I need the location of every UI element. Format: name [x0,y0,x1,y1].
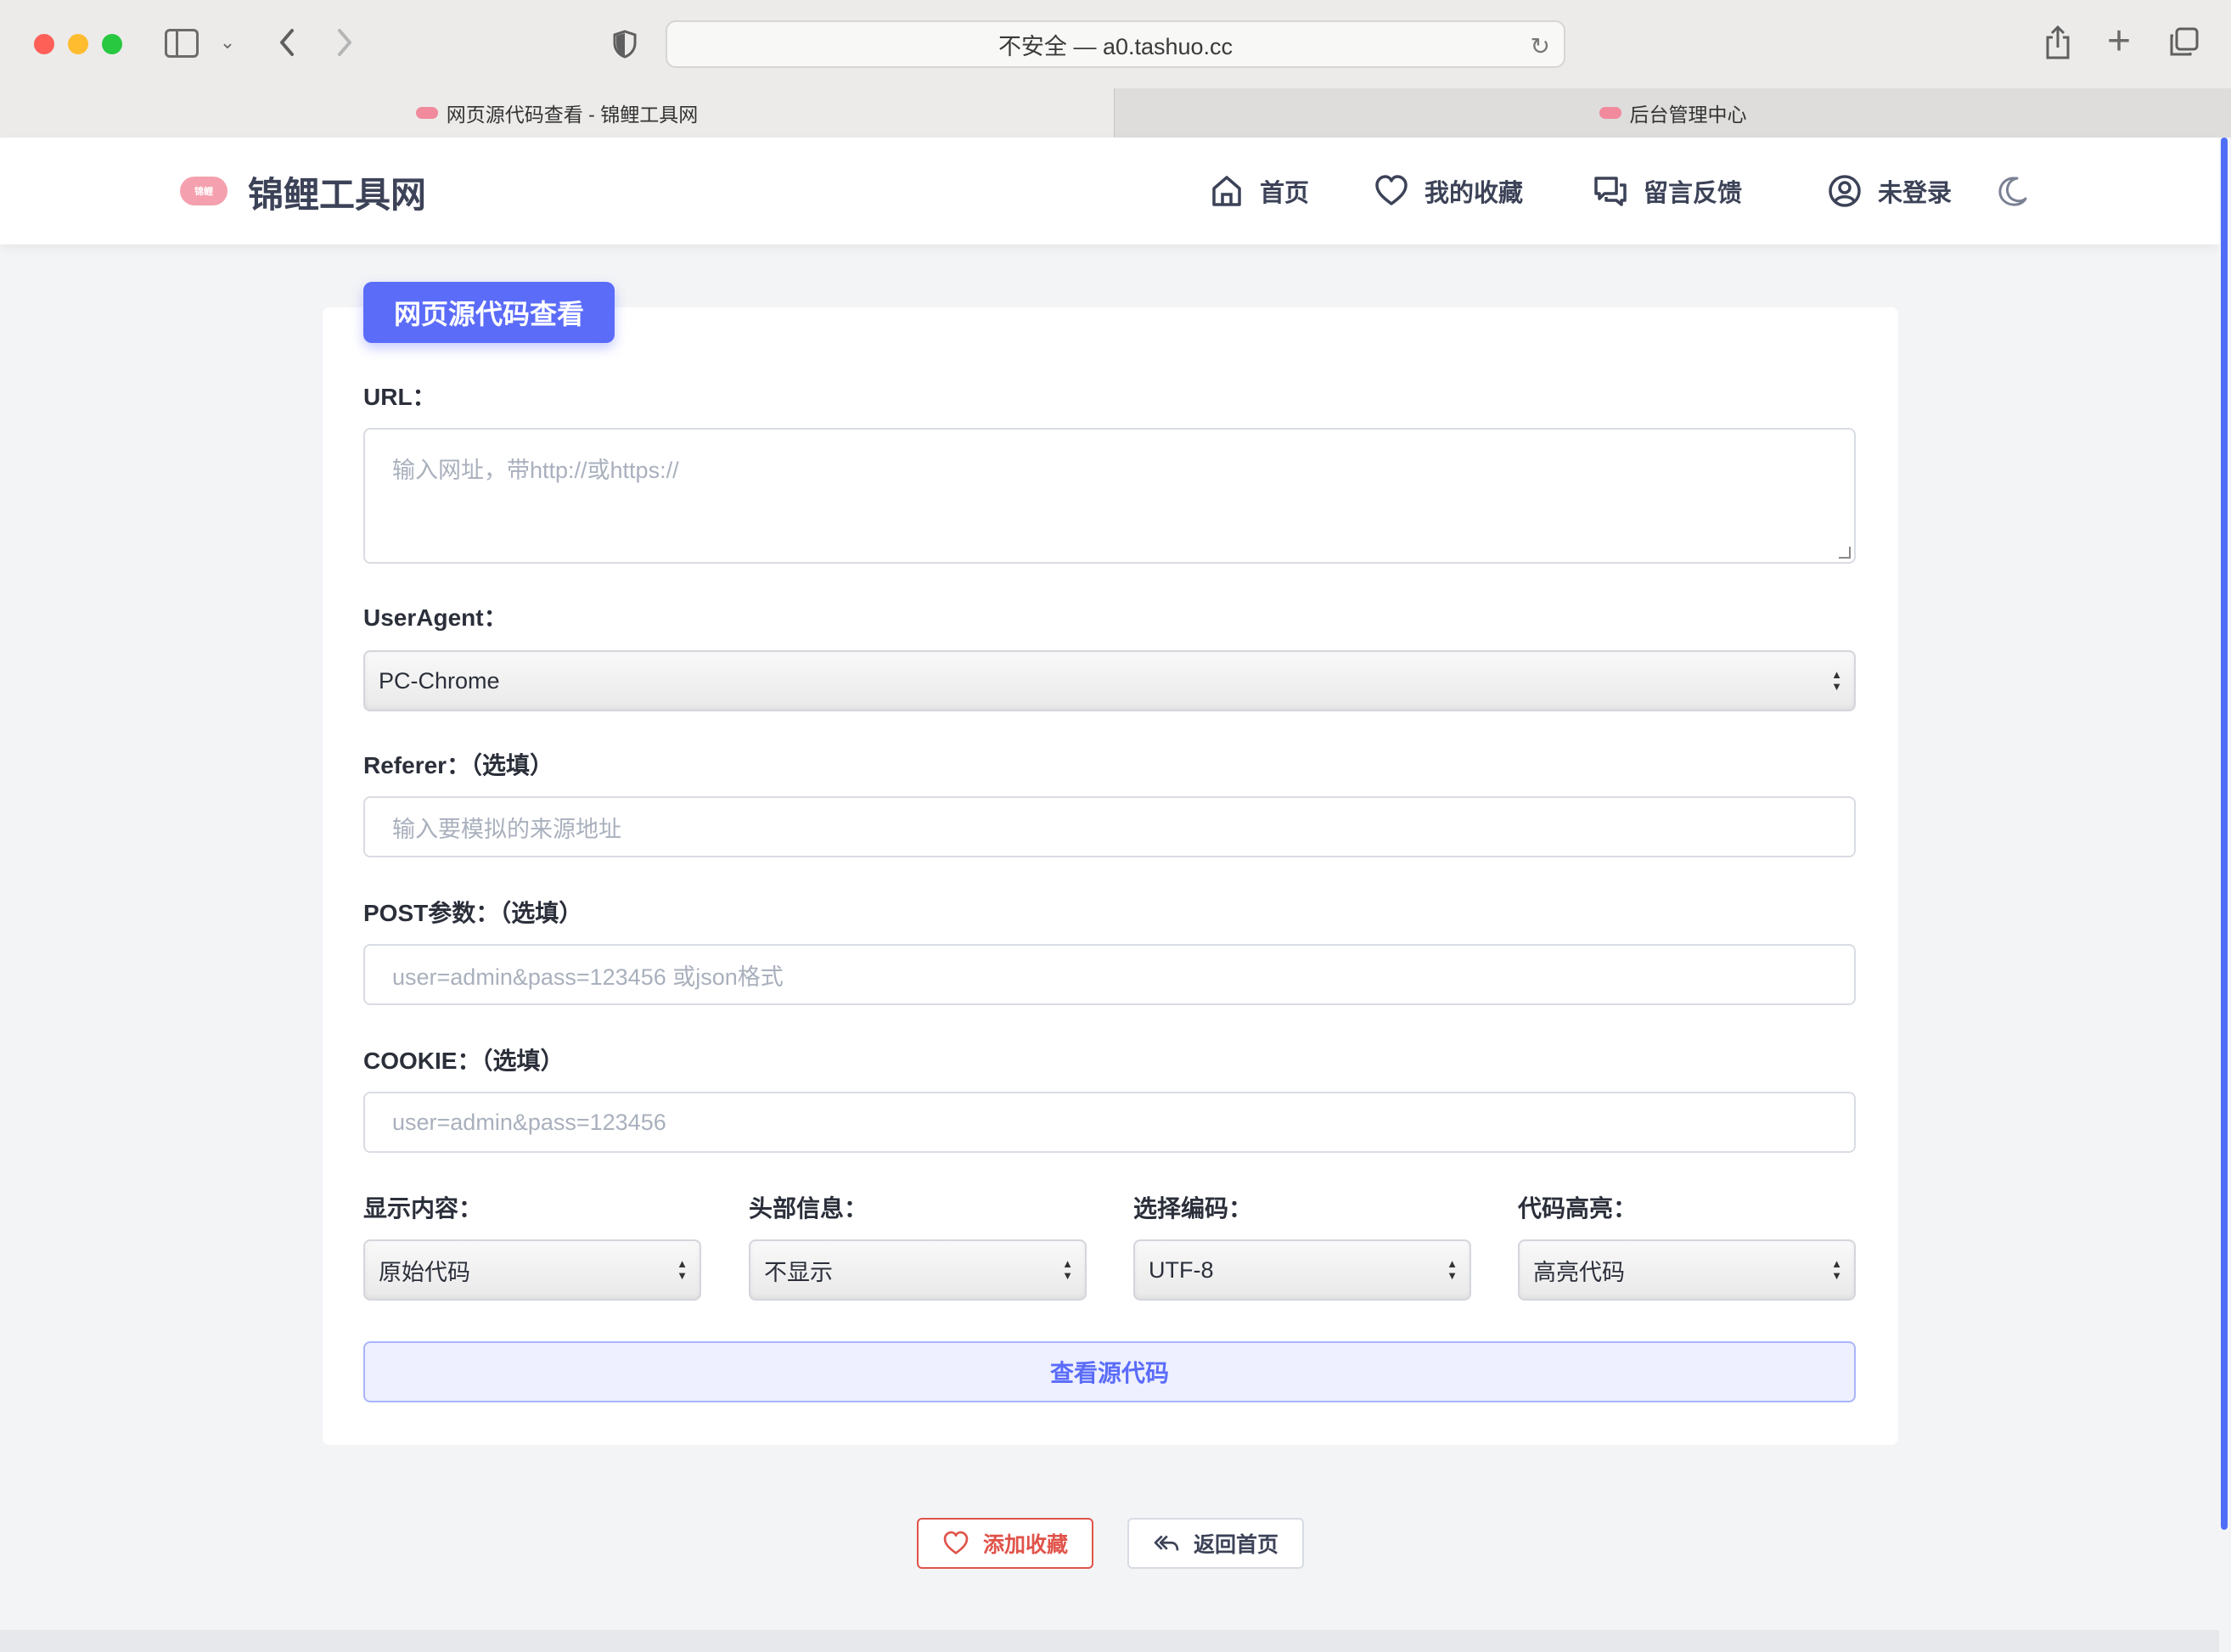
referer-input[interactable]: 输入要模拟的来源地址 [363,796,1856,857]
site-navbar: 锦鲤 锦鲤工具网 首页 我的收藏 留言反馈 未登录 [0,138,2219,244]
tab-label: 网页源代码查看 - 锦鲤工具网 [446,104,699,126]
privacy-shield-icon[interactable] [610,29,640,59]
site-name[interactable]: 锦鲤工具网 [248,166,426,218]
footer [0,1630,2219,1652]
nav-login-label: 未登录 [1878,180,1953,207]
new-tab-icon[interactable]: + [2102,19,2136,64]
home-icon [1212,176,1241,206]
select-arrows-icon: ▲ ▼ [1447,1257,1458,1282]
display-select[interactable]: 原始代码 ▲ ▼ [363,1239,701,1301]
reload-icon[interactable]: ↻ [1531,32,1550,60]
useragent-label: UserAgent： [363,604,508,631]
page-viewport: 锦鲤 锦鲤工具网 首页 我的收藏 留言反馈 未登录 网页源代码查看 URL： 输… [0,138,2219,1652]
sidebar-toggle-icon[interactable] [165,29,199,58]
tab-overview-icon[interactable] [2166,25,2200,59]
browser-tab-active[interactable]: 网页源代码查看 - 锦鲤工具网 [0,88,1114,138]
nav-home[interactable]: 首页 [1209,171,1309,211]
user-icon [1829,175,1861,207]
cookie-label: COOKIE：（选填） [363,1048,565,1074]
nav-feedback[interactable]: 留言反馈 [1593,171,1742,211]
referer-label: Referer：（选填） [363,752,554,778]
post-input[interactable]: user=admin&pass=123456 或json格式 [363,944,1856,1005]
useragent-select[interactable]: PC-Chrome ▲ ▼ [363,650,1856,711]
browser-tab[interactable]: 后台管理中心 [1114,88,2231,138]
tab-label: 后台管理中心 [1629,104,1747,126]
highlight-select[interactable]: 高亮代码 ▲ ▼ [1518,1239,1856,1301]
useragent-value: PC-Chrome [379,667,500,694]
url-placeholder: 输入网址，带http://或https:// [392,458,679,483]
post-placeholder: user=admin&pass=123456 或json格式 [392,964,784,990]
highlight-label: 代码高亮： [1518,1195,1638,1222]
encoding-value: UTF-8 [1149,1256,1214,1283]
nav-feedback-label: 留言反馈 [1644,180,1743,207]
site-favicon-icon [1599,107,1621,119]
chat-icon [1594,177,1627,206]
add-favorite-button[interactable]: 添加收藏 [917,1518,1093,1569]
cookie-input[interactable]: user=admin&pass=123456 [363,1092,1856,1153]
encoding-label: 选择编码： [1133,1195,1253,1222]
page-title: 网页源代码查看 [363,282,615,343]
select-arrows-icon: ▲ ▼ [1831,668,1842,693]
back-home-label: 返回首页 [1193,1533,1278,1557]
referer-placeholder: 输入要模拟的来源地址 [392,816,621,842]
address-text: 不安全 — a0.tashuo.cc [997,33,1234,59]
nav-favorites[interactable]: 我的收藏 [1374,171,1523,211]
site-favicon-icon [415,107,438,119]
nav-login[interactable]: 未登录 [1827,171,1952,211]
reply-all-icon [1154,1535,1179,1551]
back-home-button[interactable]: 返回首页 [1127,1518,1304,1569]
display-value: 原始代码 [379,1259,470,1285]
browser-tabbar: 网页源代码查看 - 锦鲤工具网 后台管理中心 [0,88,2231,138]
display-label: 显示内容： [363,1195,483,1222]
url-textarea[interactable]: 输入网址，带http://或https:// [363,428,1856,564]
moon-icon[interactable] [1995,173,2031,209]
add-favorite-label: 添加收藏 [982,1533,1068,1557]
view-source-button[interactable]: 查看源代码 [363,1341,1856,1402]
headers-label: 头部信息： [749,1195,868,1222]
encoding-select[interactable]: UTF-8 ▲ ▼ [1133,1239,1471,1301]
nav-home-label: 首页 [1260,180,1310,207]
site-logo-icon[interactable]: 锦鲤 [180,177,228,205]
close-window-button[interactable] [34,34,54,54]
back-button[interactable] [272,24,302,61]
headers-value: 不显示 [764,1259,833,1285]
url-label: URL： [363,384,436,410]
select-arrows-icon: ▲ ▼ [1831,1257,1842,1282]
select-arrows-icon: ▲ ▼ [1062,1257,1073,1282]
chevron-down-icon[interactable]: ⌄ [217,31,238,54]
zoom-window-button[interactable] [102,34,122,54]
browser-titlebar: ⌄ 不安全 — a0.tashuo.cc ↻ + [0,0,2231,88]
cookie-placeholder: user=admin&pass=123456 [392,1109,666,1135]
select-arrows-icon: ▲ ▼ [677,1257,688,1282]
heart-icon [1375,175,1408,205]
minimize-window-button[interactable] [68,34,88,54]
forward-button[interactable] [329,24,360,61]
share-icon[interactable] [2041,24,2075,61]
highlight-value: 高亮代码 [1533,1259,1625,1285]
page-scrollbar[interactable] [2219,138,2231,1652]
post-label: POST参数：（选填） [363,900,583,926]
scrollbar-thumb[interactable] [2221,138,2228,1530]
heart-icon [943,1531,969,1554]
nav-favorites-label: 我的收藏 [1425,180,1524,207]
headers-select[interactable]: 不显示 ▲ ▼ [749,1239,1087,1301]
address-bar[interactable]: 不安全 — a0.tashuo.cc ↻ [666,20,1565,68]
